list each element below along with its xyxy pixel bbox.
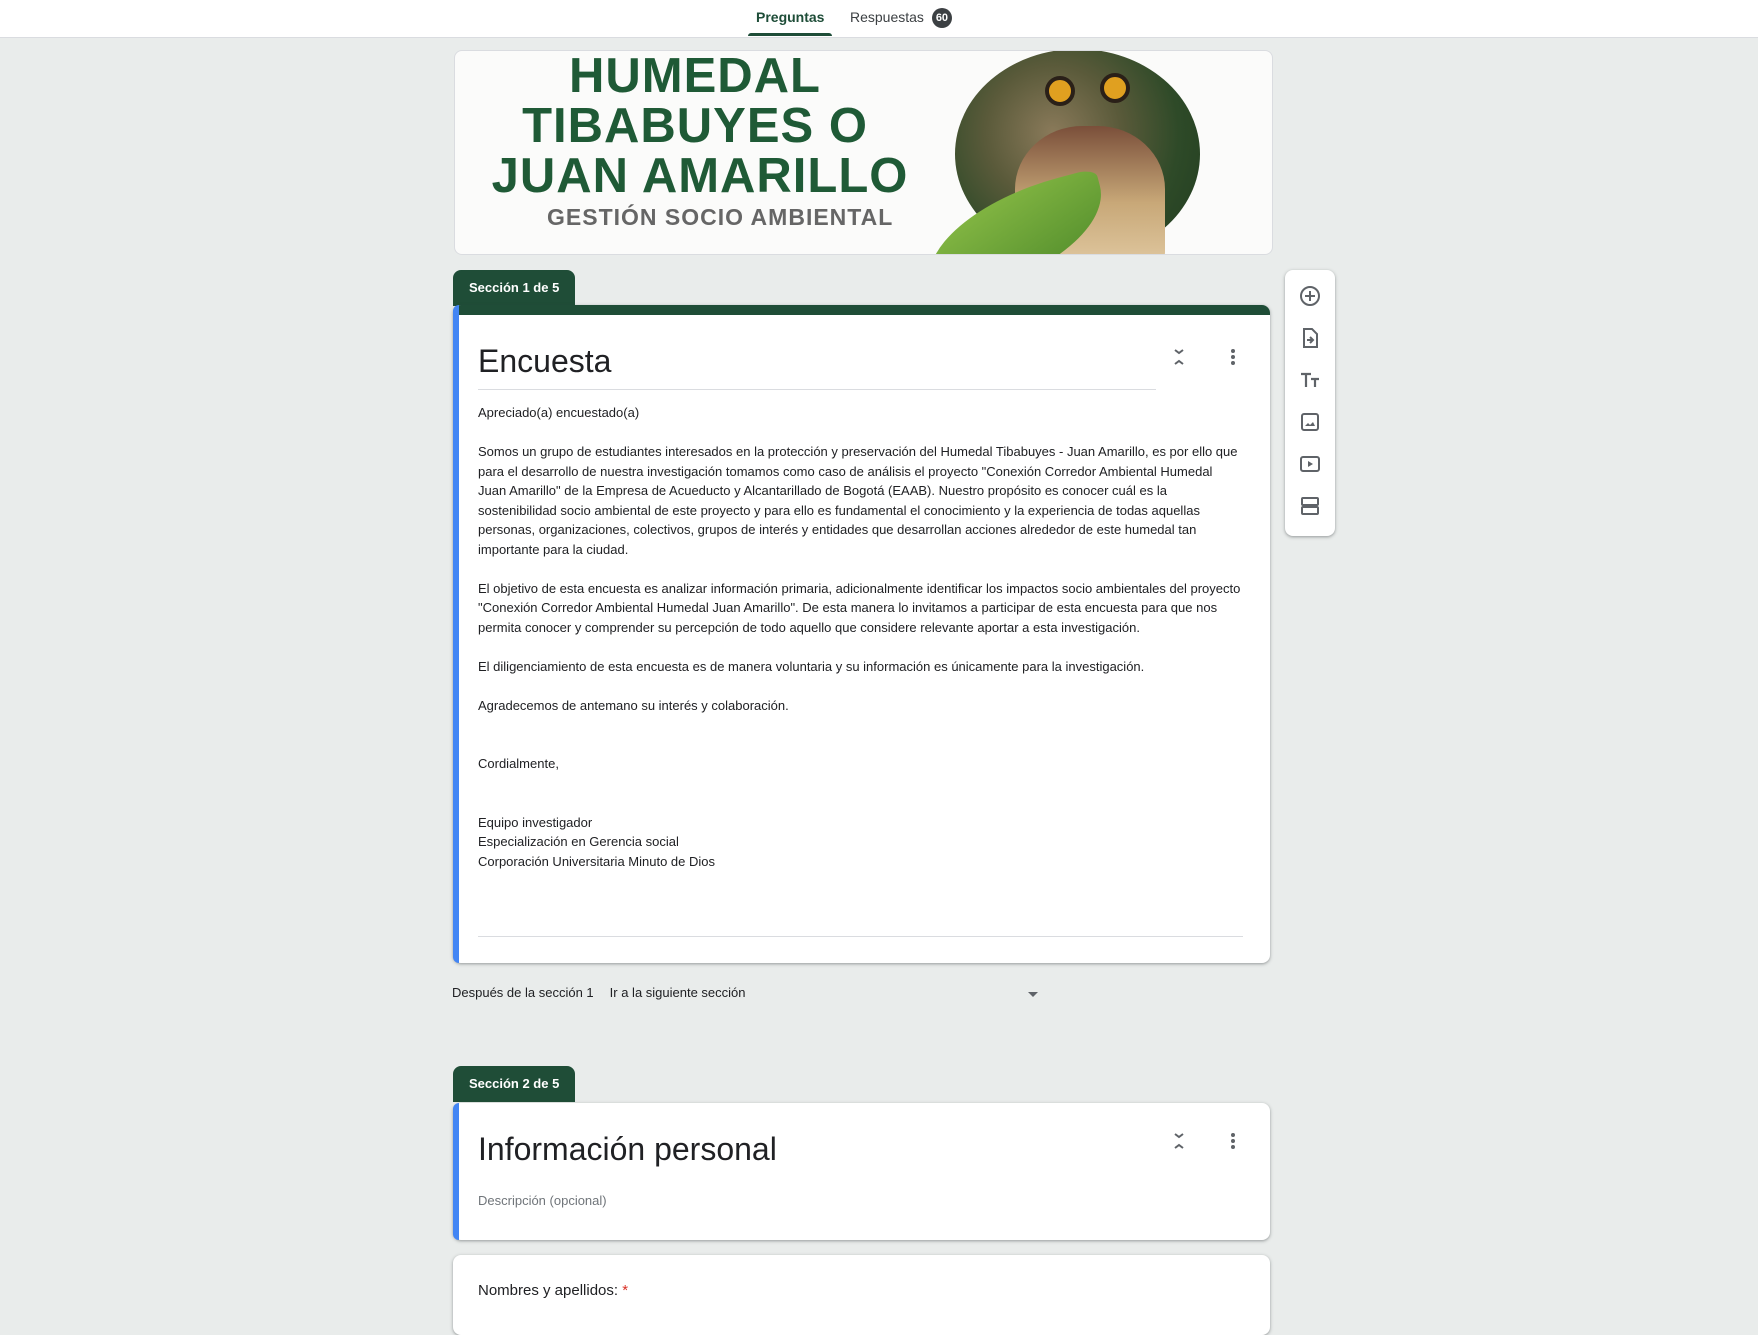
required-asterisk: * [622, 1282, 629, 1299]
description-spacer [478, 559, 1243, 579]
description-spacer [478, 676, 1243, 696]
active-tab-indicator [748, 33, 833, 36]
description-paragraph: Corporación Universitaria Minuto de Dios [478, 853, 715, 869]
description-paragraph: El diligenciamiento de esta encuesta es … [478, 658, 1145, 674]
section-1-description[interactable]: Apreciado(a) encuestado(a) Somos un grupo… [478, 403, 1243, 871]
description-spacer [478, 715, 1243, 735]
tab-preguntas[interactable]: Preguntas [748, 0, 833, 36]
tab-preguntas-label: Preguntas [756, 9, 825, 25]
banner-subtitle: GESTIÓN SOCIO AMBIENTAL [547, 204, 894, 230]
banner-title-line-3: JUAN AMARILLO [491, 149, 909, 203]
banner-title-line-2: TIBABUYES O [522, 99, 868, 153]
after-section-navigation: Después de la sección 1 Ir a la siguiente… [452, 985, 746, 1000]
import-questions-icon[interactable] [1298, 326, 1322, 350]
description-paragraph: Especialización en Gerencia social [478, 834, 679, 849]
description-spacer [478, 793, 1243, 813]
chevron-down-icon[interactable] [1028, 992, 1038, 997]
active-card-indicator [453, 305, 459, 963]
floating-toolbar [1285, 270, 1335, 536]
description-paragraph: Agradecemos de antemano su interés y col… [478, 697, 789, 713]
description-spacer [478, 735, 1243, 755]
description-paragraph: El objetivo de esta encuesta es analizar… [478, 580, 1241, 635]
question-card[interactable]: Nombres y apellidos: * [453, 1255, 1270, 1335]
more-options-icon[interactable] [1221, 345, 1245, 369]
section-color-stripe [453, 305, 1270, 315]
owl-eye-right [1100, 73, 1130, 103]
owl-eye-left [1045, 76, 1075, 106]
active-card-indicator [453, 1103, 459, 1240]
question-label: Nombres y apellidos: * [478, 1282, 628, 1299]
add-title-icon[interactable] [1298, 368, 1322, 392]
description-spacer [478, 637, 1243, 657]
section-1-title[interactable]: Encuesta [478, 343, 611, 380]
header-image[interactable]: HUMEDAL TIBABUYES O JUAN AMARILLO GESTIÓ… [454, 50, 1273, 255]
after-section-select[interactable]: Ir a la siguiente sección [610, 985, 746, 1000]
collapse-section-icon[interactable] [1167, 1129, 1191, 1153]
section-2-title[interactable]: Información personal [478, 1131, 777, 1168]
tab-respuestas[interactable]: Respuestas 60 [850, 0, 952, 36]
banner-title: HUMEDAL TIBABUYES O JUAN AMARILLO [492, 50, 908, 201]
more-options-icon[interactable] [1221, 1129, 1245, 1153]
after-section-label: Después de la sección 1 [452, 985, 594, 1000]
question-text: Nombres y apellidos: [478, 1282, 619, 1299]
title-underline [478, 389, 1156, 390]
description-paragraph: Cordialmente, [478, 756, 559, 771]
banner-title-line-1: HUMEDAL [569, 50, 821, 103]
add-section-icon[interactable] [1298, 494, 1322, 518]
add-question-icon[interactable] [1298, 284, 1322, 308]
description-paragraph: Apreciado(a) encuestado(a) [478, 405, 640, 420]
description-paragraph: Somos un grupo de estudiantes interesado… [478, 444, 1238, 557]
add-video-icon[interactable] [1298, 452, 1322, 476]
section-1-tab: Sección 1 de 5 [453, 270, 576, 306]
section-2-description-input[interactable]: Descripción (opcional) [478, 1193, 607, 1208]
description-underline [478, 936, 1243, 937]
section-2-card[interactable]: Información personal Descripción (opcion… [453, 1103, 1270, 1240]
collapse-section-icon[interactable] [1167, 345, 1191, 369]
description-spacer [478, 774, 1243, 794]
add-image-icon[interactable] [1298, 410, 1322, 434]
section-1-card[interactable]: Encuesta Apreciado(a) encuestado(a) Somos… [453, 305, 1270, 963]
description-paragraph: Equipo investigador [478, 814, 593, 830]
responses-count-badge: 60 [931, 8, 952, 29]
description-spacer [478, 423, 1243, 443]
section-2-tab: Sección 2 de 5 [453, 1066, 576, 1102]
top-bar: Preguntas Respuestas 60 [0, 0, 1758, 38]
tab-respuestas-label: Respuestas [850, 9, 924, 25]
